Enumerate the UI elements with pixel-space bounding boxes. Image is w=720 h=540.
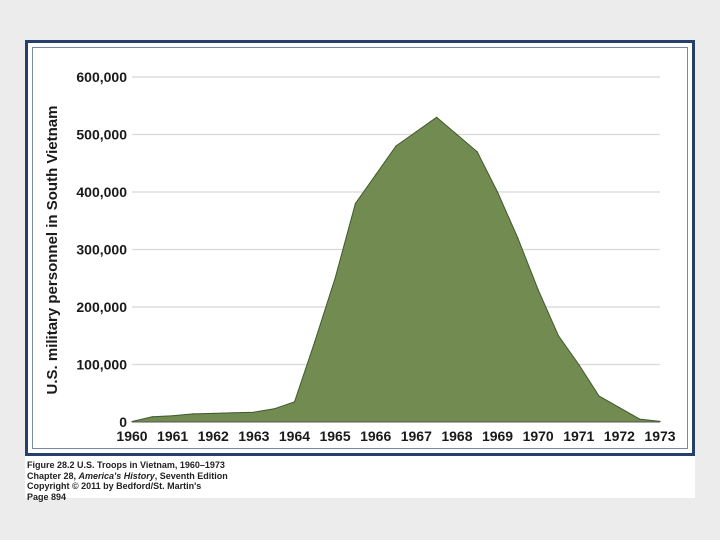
data-point <box>314 340 316 343</box>
y-axis-label: U.S. military personnel in South Vietnam <box>44 106 61 395</box>
data-point <box>375 174 377 176</box>
caption-page: Page 894 <box>27 491 67 502</box>
x-tick-label: 1961 <box>157 428 188 444</box>
x-tick-label: 1965 <box>319 428 350 444</box>
area-chart: 0100,000200,000300,000400,000500,000600,… <box>44 69 676 444</box>
x-tick-label: 1972 <box>604 428 635 444</box>
x-tick-label: 1971 <box>563 428 594 444</box>
data-point <box>517 237 519 239</box>
data-point <box>436 116 438 118</box>
caption-chapter-prefix: Chapter 28, <box>27 470 79 481</box>
x-tick-label: 1973 <box>644 428 675 444</box>
data-point <box>192 413 194 415</box>
figure-caption: Figure 28.2 U.S. Troops in Vietnam, 1960… <box>27 460 427 502</box>
data-point <box>212 412 214 414</box>
data-point <box>253 411 255 413</box>
y-tick-labels: 0100,000200,000300,000400,000500,000600,… <box>76 69 127 430</box>
data-point <box>354 202 356 205</box>
data-point <box>232 412 235 414</box>
troop-area <box>132 117 660 423</box>
data-point <box>557 335 560 337</box>
data-point <box>639 418 641 420</box>
y-tick-label: 500,000 <box>76 127 127 143</box>
data-point <box>578 363 580 366</box>
x-tick-label: 1970 <box>523 428 554 444</box>
y-tick-label: 600,000 <box>76 69 127 85</box>
x-tick-label: 1962 <box>198 428 229 444</box>
y-tick-label: 400,000 <box>76 184 127 200</box>
data-point <box>334 277 336 279</box>
x-tick-label: 1963 <box>238 428 269 444</box>
data-point <box>496 191 499 193</box>
x-tick-label: 1966 <box>360 428 391 444</box>
caption-chapter: Chapter 28, America's History, Seventh E… <box>27 471 427 482</box>
data-point <box>293 401 296 403</box>
data-point <box>151 416 153 418</box>
x-tick-label: 1968 <box>441 428 472 444</box>
area-layer <box>131 116 661 423</box>
data-point <box>172 415 174 417</box>
caption-title: Figure 28.2 U.S. Troops in Vietnam, 1960… <box>27 460 225 470</box>
data-point <box>476 151 478 153</box>
data-point <box>456 133 458 136</box>
y-tick-label: 200,000 <box>76 299 127 315</box>
caption-chapter-suffix: , Seventh Edition <box>154 470 228 481</box>
y-tick-label: 100,000 <box>76 357 127 373</box>
data-point <box>618 407 621 409</box>
x-tick-label: 1967 <box>401 428 432 444</box>
x-tick-labels: 1960 1961 1962 1963 1964 1965 1966 1967 1968 1969… <box>116 428 675 444</box>
y-tick-label: 300,000 <box>76 242 127 258</box>
caption-book-title: America's History <box>78 470 155 481</box>
x-tick-label: 1964 <box>279 428 310 444</box>
data-point <box>395 145 397 147</box>
x-tick-label: 1960 <box>116 428 147 444</box>
data-point <box>537 289 539 291</box>
data-point <box>598 395 600 397</box>
caption-copyright: Copyright © 2011 by Bedford/St. Martin's <box>27 481 202 491</box>
data-point <box>273 408 275 410</box>
data-point <box>415 131 417 133</box>
x-tick-label: 1969 <box>482 428 513 444</box>
